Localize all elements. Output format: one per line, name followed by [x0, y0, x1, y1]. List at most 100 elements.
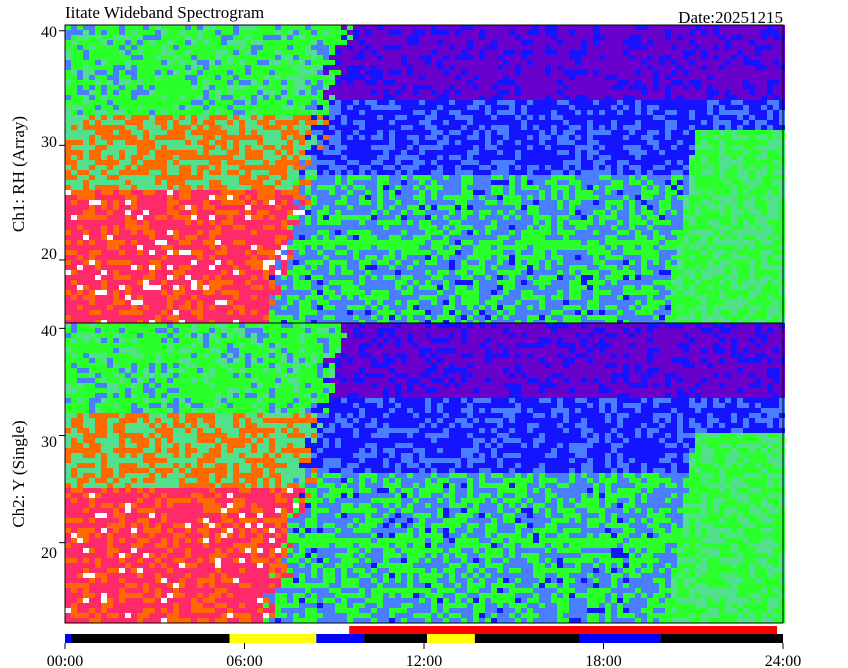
- spectrogram-cell: [299, 70, 305, 75]
- spectrogram-cell: [389, 90, 395, 95]
- spectrogram-cell: [563, 170, 569, 175]
- spectrogram-cell: [167, 40, 173, 45]
- spectrogram-cell: [671, 160, 677, 165]
- spectrogram-cell: [197, 75, 203, 80]
- spectrogram-cell: [575, 120, 581, 125]
- spectrogram-cell: [683, 140, 689, 145]
- spectrogram-cell: [83, 115, 89, 120]
- spectrogram-cell: [485, 175, 491, 180]
- spectrogram-cell: [395, 25, 401, 30]
- spectrogram-cell: [377, 75, 383, 80]
- spectrogram-cell: [227, 190, 233, 195]
- spectrogram-cell: [311, 45, 317, 50]
- spectrogram-cell: [281, 155, 287, 160]
- spectrogram-cell: [149, 40, 155, 45]
- spectrogram-cell: [503, 25, 509, 30]
- spectrogram-cell: [641, 35, 647, 40]
- spectrogram-cell: [173, 175, 179, 180]
- spectrogram-cell: [257, 160, 263, 165]
- spectrogram-cell: [311, 100, 317, 105]
- spectrogram-cell: [443, 135, 449, 140]
- spectrogram-cell: [335, 80, 341, 85]
- spectrogram-cell: [539, 125, 545, 130]
- spectrogram-cell: [329, 110, 335, 115]
- spectrogram-cell: [401, 80, 407, 85]
- spectrogram-cell: [197, 115, 203, 120]
- spectrogram-cell: [563, 185, 569, 190]
- spectrogram-cell: [551, 130, 557, 135]
- spectrogram-cell: [629, 35, 635, 40]
- spectrogram-cell: [575, 165, 581, 170]
- spectrogram-cell: [449, 180, 455, 185]
- spectrogram-cell: [665, 90, 671, 95]
- spectrogram-cell: [557, 45, 563, 50]
- spectrogram-cell: [581, 35, 587, 40]
- spectrogram-cell: [77, 105, 83, 110]
- spectrogram-cell: [143, 160, 149, 165]
- spectrogram-cell: [113, 130, 119, 135]
- spectrogram-cell: [749, 165, 755, 170]
- spectrogram-cell: [179, 165, 185, 170]
- spectrogram-cell: [455, 160, 461, 165]
- spectrogram-cell: [227, 175, 233, 180]
- spectrogram-cell: [131, 125, 137, 130]
- spectrogram-cell: [191, 175, 197, 180]
- spectrogram-cell: [701, 95, 707, 100]
- spectrogram-cell: [383, 125, 389, 130]
- spectrogram-cell: [107, 140, 113, 145]
- spectrogram-cell: [209, 45, 215, 50]
- spectrogram-cell: [185, 180, 191, 185]
- spectrogram-cell: [683, 165, 689, 170]
- spectrogram-cell: [581, 25, 587, 30]
- spectrogram-cell: [623, 135, 629, 140]
- spectrogram-cell: [89, 170, 95, 175]
- spectrogram-cell: [239, 35, 245, 40]
- spectrogram-cell: [629, 110, 635, 115]
- spectrogram-cell: [143, 180, 149, 185]
- spectrogram-cell: [635, 115, 641, 120]
- spectrogram-cell: [341, 55, 347, 60]
- spectrogram-cell: [683, 75, 689, 80]
- spectrogram-cell: [749, 40, 755, 45]
- spectrogram-cell: [395, 40, 401, 45]
- spectrogram-cell: [311, 105, 317, 110]
- spectrogram-cell: [197, 170, 203, 175]
- spectrogram-cell: [701, 90, 707, 95]
- spectrogram-cell: [203, 145, 209, 150]
- spectrogram-cell: [701, 75, 707, 80]
- spectrogram-cell: [107, 50, 113, 55]
- spectrogram-cell: [185, 110, 191, 115]
- spectrogram-cell: [71, 140, 77, 145]
- spectrogram-cell: [497, 150, 503, 155]
- spectrogram-cell: [209, 50, 215, 55]
- spectrogram-cell: [143, 185, 149, 190]
- spectrogram-cell: [341, 120, 347, 125]
- spectrogram-cell: [467, 125, 473, 130]
- spectrogram-cell: [425, 155, 431, 160]
- spectrogram-cell: [155, 135, 161, 140]
- spectrogram-cell: [377, 40, 383, 45]
- spectrogram-cell: [659, 160, 665, 165]
- spectrogram-cell: [245, 40, 251, 45]
- spectrogram-cell: [353, 65, 359, 70]
- spectrogram-cell: [701, 80, 707, 85]
- spectrogram-cell: [143, 75, 149, 80]
- spectrogram-cell: [731, 140, 737, 145]
- spectrogram-cell: [329, 85, 335, 90]
- spectrogram-cell: [77, 40, 83, 45]
- spectrogram-cell: [599, 145, 605, 150]
- spectrogram-cell: [125, 80, 131, 85]
- spectrogram-cell: [287, 110, 293, 115]
- spectrogram-cell: [233, 130, 239, 135]
- spectrogram-cell: [77, 30, 83, 35]
- spectrogram-cell: [707, 85, 713, 90]
- spectrogram-cell: [437, 95, 443, 100]
- spectrogram-cell: [485, 40, 491, 45]
- spectrogram-cell: [125, 155, 131, 160]
- spectrogram-cell: [167, 160, 173, 165]
- spectrogram-cell: [455, 125, 461, 130]
- spectrogram-cell: [653, 120, 659, 125]
- spectrogram-cell: [323, 135, 329, 140]
- spectrogram-cell: [335, 150, 341, 155]
- spectrogram-cell: [107, 125, 113, 130]
